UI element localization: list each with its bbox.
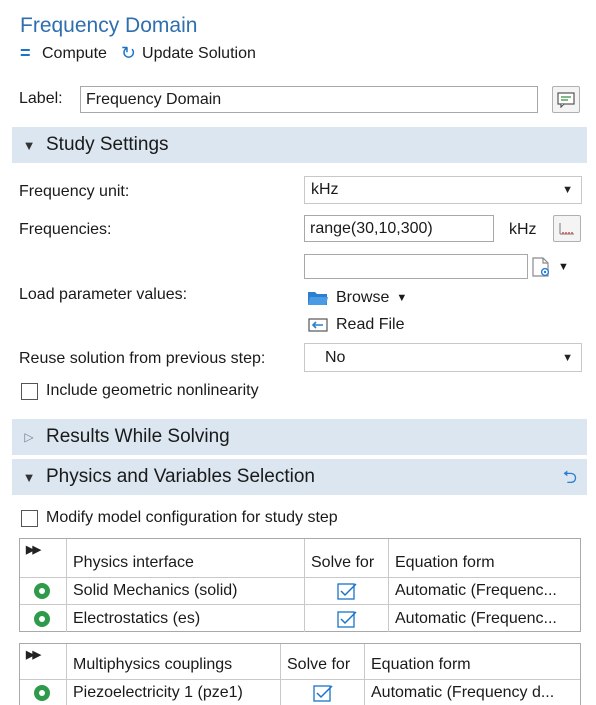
physics-interface-name: Solid Mechanics (solid) (67, 578, 305, 604)
physics-interface-name: Electrostatics (es) (67, 605, 305, 632)
frequency-unit-value: kHz (311, 181, 339, 198)
solve-for-checkbox[interactable] (305, 605, 389, 632)
geometric-nonlinearity-row: Include geometric nonlinearity (21, 382, 259, 400)
table-row[interactable]: Electrostatics (es) Automatic (Frequenc.… (20, 605, 580, 632)
settings-panel: Frequency Domain = Compute ↻ Update Solu… (12, 0, 587, 705)
table-header: ▶▶ Multiphysics couplings Solve for Equa… (20, 644, 580, 680)
range-button[interactable] (553, 215, 581, 242)
collapsed-triangle-icon: ▷ (24, 430, 34, 444)
multiphysics-table: ▶▶ Multiphysics couplings Solve for Equa… (19, 643, 581, 705)
chevron-down-icon: ▼ (562, 351, 573, 364)
section-title: Physics and Variables Selection (46, 466, 315, 487)
expanded-triangle-icon: ▼ (22, 469, 36, 485)
modify-config-checkbox[interactable] (21, 509, 38, 527)
compute-button[interactable]: Compute (42, 45, 107, 63)
chevron-down-icon: ▼ (558, 261, 569, 273)
column-header: Solve for (281, 644, 365, 679)
physics-table: ▶▶ Physics interface Solve for Equation … (19, 538, 581, 632)
label-comment-button[interactable] (552, 86, 580, 113)
toolbar: = Compute ↻ Update Solution (20, 43, 256, 64)
reset-icon[interactable]: ⮌ (563, 465, 577, 495)
equation-form[interactable]: Automatic (Frequenc... (389, 578, 580, 604)
page-title: Frequency Domain (20, 14, 198, 37)
section-results-while-solving[interactable]: ▷ Results While Solving (12, 419, 587, 455)
section-physics-selection[interactable]: ▼ Physics and Variables Selection ⮌ (12, 459, 587, 495)
refresh-icon: ↻ (120, 43, 137, 63)
frequencies-label: Frequencies: (19, 221, 112, 238)
column-header: Equation form (395, 554, 495, 571)
update-solution-button[interactable]: Update Solution (142, 45, 256, 63)
frequencies-input[interactable]: range(30,10,300) (304, 215, 494, 242)
file-location-icon (532, 257, 550, 277)
frequencies-unit: kHz (509, 221, 537, 238)
comment-icon (557, 91, 575, 108)
table-row[interactable]: Piezoelectricity 1 (pze1) Automatic (Fre… (20, 680, 580, 705)
browse-label: Browse (336, 289, 390, 306)
folder-icon (308, 292, 328, 305)
column-header: Equation form (371, 656, 471, 673)
column-header: Solve for (305, 539, 389, 577)
active-radio-icon[interactable] (20, 578, 67, 604)
geometric-nonlinearity-checkbox[interactable] (21, 382, 38, 400)
label-input[interactable]: Frequency Domain (80, 86, 538, 113)
solve-for-checkbox[interactable] (305, 578, 389, 604)
equation-form[interactable]: Automatic (Frequency d... (365, 680, 580, 705)
label-input-value: Frequency Domain (86, 90, 222, 108)
column-header: Physics interface (67, 539, 305, 577)
equation-form[interactable]: Automatic (Frequenc... (389, 605, 580, 632)
expand-all-icon[interactable]: ▶▶ (20, 539, 67, 577)
table-header: ▶▶ Physics interface Solve for Equation … (20, 539, 580, 578)
read-file-button[interactable]: Read File (307, 316, 404, 334)
active-radio-icon[interactable] (20, 605, 67, 632)
chevron-down-icon: ▼ (562, 184, 573, 196)
checked-icon (336, 583, 357, 600)
chevron-down-icon: ▼ (396, 292, 408, 304)
geometric-nonlinearity-label: Include geometric nonlinearity (46, 382, 259, 399)
compute-icon: = (20, 43, 31, 63)
expanded-triangle-icon: ▼ (22, 137, 36, 153)
frequencies-input-value: range(30,10,300) (310, 219, 433, 237)
checked-icon (312, 685, 333, 702)
reuse-solution-select[interactable]: No ▼ (304, 343, 582, 372)
table-row[interactable]: Solid Mechanics (solid) Automatic (Frequ… (20, 578, 580, 605)
section-title: Study Settings (46, 134, 169, 155)
frequency-unit-label: Frequency unit: (19, 183, 130, 200)
reuse-solution-value: No (325, 348, 346, 366)
column-header: Multiphysics couplings (67, 644, 281, 679)
modify-config-row: Modify model configuration for study ste… (21, 509, 338, 527)
range-icon (559, 222, 574, 234)
active-radio-icon[interactable] (20, 680, 67, 705)
reuse-solution-label: Reuse solution from previous step: (19, 350, 266, 367)
section-title: Results While Solving (46, 426, 230, 447)
checked-icon (336, 610, 357, 628)
expand-all-icon[interactable]: ▶▶ (20, 644, 67, 679)
frequency-unit-select[interactable]: kHz ▼ (304, 176, 582, 204)
read-file-label: Read File (336, 316, 405, 333)
modify-config-label: Modify model configuration for study ste… (46, 509, 338, 526)
load-parameter-label: Load parameter values: (19, 286, 188, 303)
parameter-file-input[interactable] (304, 254, 528, 279)
multiphysics-coupling-name: Piezoelectricity 1 (pze1) (67, 680, 281, 705)
browse-button[interactable]: Browse ▼ (307, 289, 407, 307)
label-field-label: Label: (19, 90, 63, 107)
file-options-button[interactable]: ▼ (530, 254, 575, 280)
read-file-icon (308, 318, 328, 332)
solve-for-checkbox[interactable] (281, 680, 365, 705)
section-study-settings[interactable]: ▼ Study Settings (12, 127, 587, 163)
